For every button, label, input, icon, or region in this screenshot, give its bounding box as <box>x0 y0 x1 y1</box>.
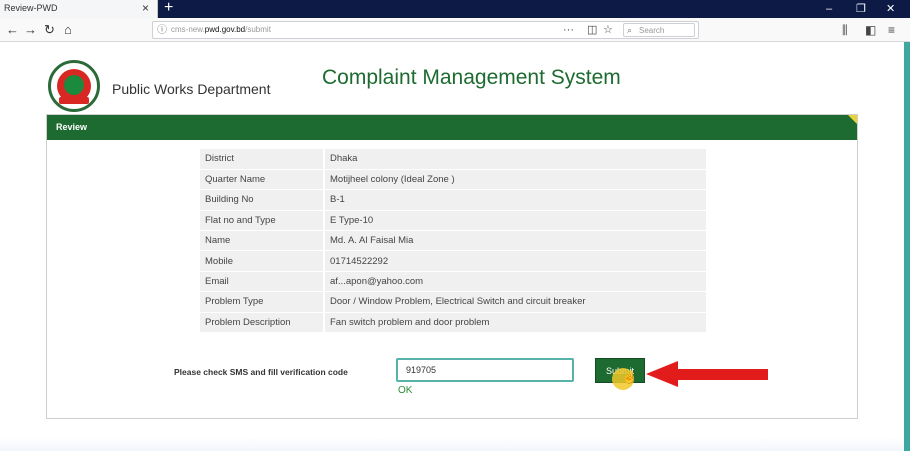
back-icon[interactable]: ← <box>6 22 19 38</box>
panel-corner-accent <box>848 115 857 124</box>
row-label: Name <box>200 230 325 252</box>
site-info-icon[interactable]: ⓘ <box>157 24 167 37</box>
row-label: Problem Type <box>200 291 325 313</box>
annotation-arrow-shaft <box>676 369 768 380</box>
page-actions-icon[interactable]: ··· <box>563 23 574 37</box>
pocket-icon[interactable]: ◫ <box>587 23 597 37</box>
minimize-icon[interactable]: – <box>826 2 832 16</box>
row-value: B-1 <box>324 189 706 211</box>
table-row: Email af...apon@yahoo.com <box>200 271 706 293</box>
navigation-toolbar: ← → ↻ ⌂ ⓘ cms-new.pwd.gov.bd/submit ··· … <box>0 18 910 42</box>
forward-icon[interactable]: → <box>24 22 37 38</box>
logo-ribbon <box>59 97 89 104</box>
search-icon: ⌕ <box>627 25 633 35</box>
tab-strip: Review-PWD × + – ❐ ✕ <box>0 0 910 18</box>
row-value: E Type-10 <box>324 210 706 232</box>
row-label: District <box>200 149 325 170</box>
new-tab-button[interactable]: + <box>164 0 173 17</box>
row-value: Motijheel colony (Ideal Zone ) <box>324 169 706 191</box>
table-row: Flat no and Type E Type-10 <box>200 210 706 232</box>
panel-title: Review <box>56 122 88 132</box>
row-value: Fan switch problem and door problem <box>324 312 706 334</box>
verification-label: Please check SMS and fill verification c… <box>174 367 348 377</box>
restore-icon[interactable]: ❐ <box>856 2 866 16</box>
url-text: cms-new.pwd.gov.bd/submit <box>171 25 271 34</box>
table-row: Mobile 01714522292 <box>200 250 706 272</box>
table-row: District Dhaka <box>200 149 706 170</box>
table-row: Problem Type Door / Window Problem, Elect… <box>200 291 706 313</box>
logo-map-shape <box>64 75 84 95</box>
library-icon[interactable]: ⫼ <box>842 22 848 38</box>
row-label: Flat no and Type <box>200 210 325 232</box>
row-label: Email <box>200 271 325 293</box>
row-value: 01714522292 <box>324 250 706 272</box>
row-label: Problem Description <box>200 312 325 334</box>
window-close-icon[interactable]: ✕ <box>886 2 895 16</box>
hand-cursor-icon: ☝ <box>622 370 637 384</box>
verification-status: OK <box>398 385 413 396</box>
table-row: Building No B-1 <box>200 189 706 211</box>
department-name: Public Works Department <box>112 81 271 97</box>
system-title: Complaint Management System <box>322 66 621 89</box>
row-value: Door / Window Problem, Electrical Switch… <box>324 291 706 313</box>
verification-code-input[interactable] <box>396 358 574 382</box>
reload-icon[interactable]: ↻ <box>44 22 55 38</box>
row-value: af...apon@yahoo.com <box>324 271 706 293</box>
row-label: Quarter Name <box>200 169 325 191</box>
bookmark-star-icon[interactable]: ☆ <box>603 23 613 37</box>
search-placeholder: Search <box>639 26 665 35</box>
close-icon[interactable]: × <box>142 1 149 15</box>
row-label: Mobile <box>200 250 325 272</box>
row-value: Md. A. Al Faisal Mia <box>324 230 706 252</box>
menu-icon[interactable]: ≡ <box>888 22 895 38</box>
home-icon[interactable]: ⌂ <box>64 22 72 38</box>
pwd-logo <box>48 60 100 112</box>
review-table: District Dhaka Quarter Name Motijheel colo… <box>200 149 706 334</box>
page-right-edge <box>904 42 910 451</box>
table-row: Name Md. A. Al Faisal Mia <box>200 230 706 252</box>
row-label: Building No <box>200 189 325 211</box>
table-row: Problem Description Fan switch problem an… <box>200 312 706 334</box>
browser-tab[interactable]: Review-PWD × <box>0 0 158 18</box>
page-bottom-edge <box>0 437 910 451</box>
annotation-arrow-icon <box>646 361 678 387</box>
sidebar-icon[interactable]: ◧ <box>865 22 876 38</box>
table-row: Quarter Name Motijheel colony (Ideal Zone… <box>200 169 706 191</box>
panel-header: Review <box>47 115 857 140</box>
address-bar[interactable]: ⓘ cms-new.pwd.gov.bd/submit ··· ◫ ☆ ⌕ Se… <box>152 21 699 39</box>
search-input[interactable]: ⌕ Search <box>623 23 695 37</box>
row-value: Dhaka <box>324 149 706 170</box>
tab-title: Review-PWD <box>4 3 58 13</box>
